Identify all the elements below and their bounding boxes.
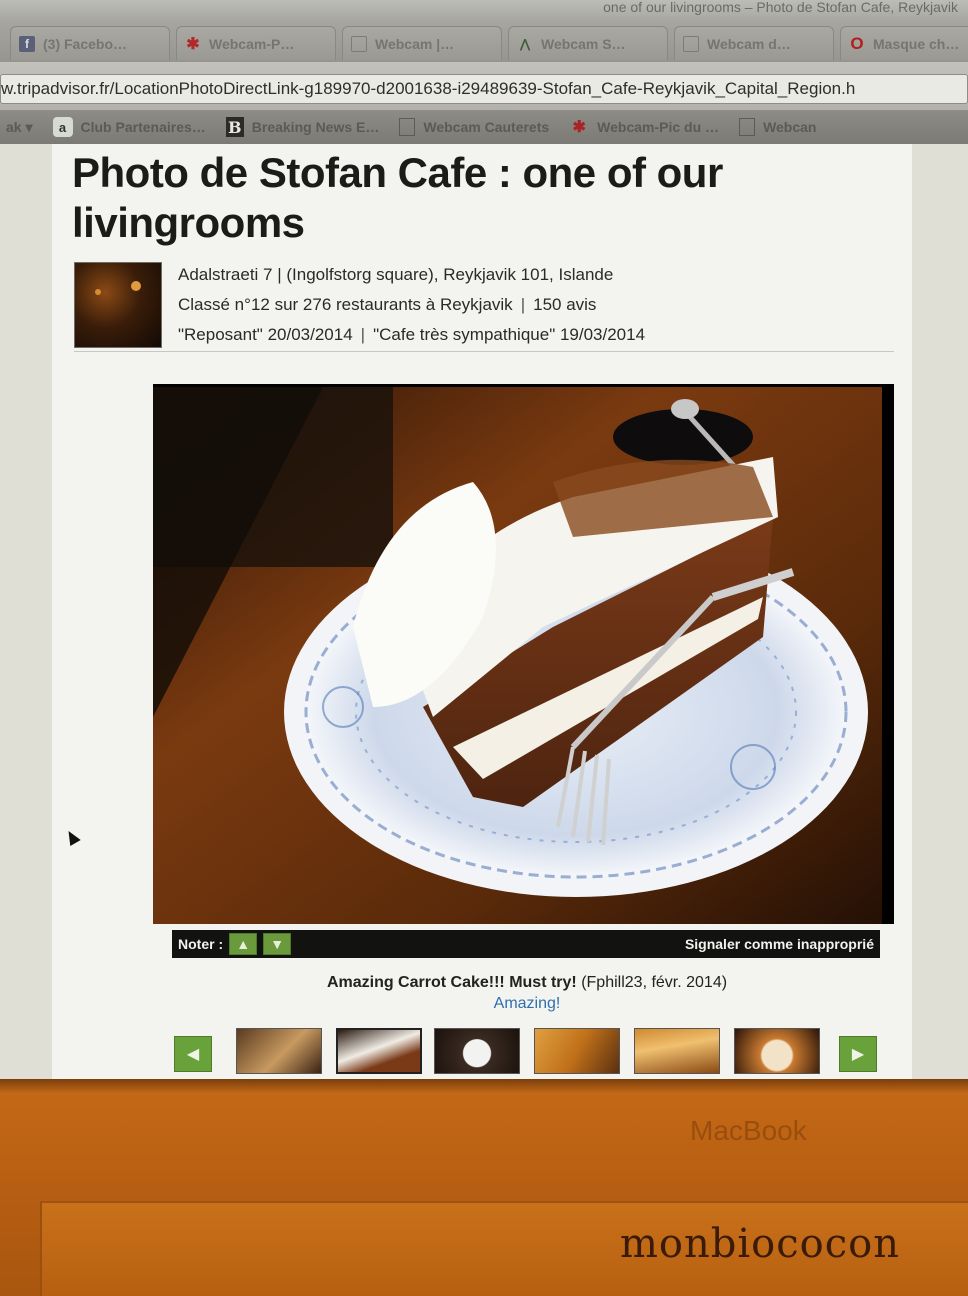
thumbnail-5[interactable] (634, 1028, 720, 1074)
thumbnail-strip: ◀ ▶ (174, 1028, 880, 1074)
laptop-bezel: MacBook monbiococon (0, 1079, 968, 1296)
page-title: Photo de Stofan Cafe : one of our living… (72, 149, 723, 246)
caption-title: Amazing Carrot Cake!!! Must try! (326, 974, 577, 991)
thumbnail-2[interactable] (336, 1028, 422, 1074)
thumbnail-6[interactable] (734, 1028, 820, 1074)
macbook-label: MacBook (690, 1115, 807, 1146)
window-title: one of our livingrooms – Photo de Stofan… (0, 0, 968, 20)
place-rank-row: Classé n°12 sur 276 restaurants à Reykja… (178, 290, 645, 320)
recent-reviews-row: "Reposant" 20/03/2014 | "Cafe très sympath… (178, 320, 645, 350)
amazon-icon: a (52, 117, 73, 137)
thumbs-up-icon[interactable]: ▲ (229, 933, 258, 955)
report-link[interactable]: Signaler comme inapproprié (685, 936, 874, 952)
tab-webcam[interactable]: Webcam |… (342, 26, 502, 60)
screen-edge (0, 1079, 968, 1093)
bookmarks-bar: ak ▾ a Club Partenaires… B Breaking News… (0, 110, 968, 144)
opera-icon: O (850, 33, 864, 53)
vote-label: Noter : (178, 936, 224, 952)
tab-label: Webcam-P… (209, 35, 295, 52)
bookmark-label: Webcam Cauterets (423, 119, 550, 135)
url-field[interactable]: w.tripadvisor.fr/LocationPhotoDirectLink… (0, 74, 968, 104)
page-icon (739, 118, 756, 136)
tab-label: Webcam |… (375, 35, 455, 52)
bookmark-webcan[interactable]: Webcan (739, 118, 817, 136)
photo-action-bar: Noter : ▲ ▼ Signaler comme inapproprié (172, 930, 880, 958)
bookmark-label: Webcan (763, 119, 817, 135)
tab-label: Masque ch… (873, 35, 960, 52)
page-content: Photo de Stofan Cafe : one of our living… (52, 144, 912, 1079)
review-link-1[interactable]: "Reposant" 20/03/2014 (178, 325, 353, 344)
thumbnail-4[interactable] (534, 1028, 620, 1074)
pin-icon: ✱ (186, 35, 200, 53)
thumbnail-1[interactable] (236, 1028, 322, 1074)
bookmark-label: Breaking News E… (251, 119, 380, 135)
caption-meta[interactable]: (Fphill23, févr. 2014) (581, 974, 727, 991)
bookmark-label: Webcam-Pic du … (597, 119, 720, 135)
page-viewport: Photo de Stofan Cafe : one of our living… (0, 144, 968, 1079)
pin-icon: ✱ (572, 119, 586, 136)
separator: | (360, 325, 366, 344)
bookmark-webcam-cauterets[interactable]: Webcam Cauterets (399, 118, 549, 136)
tab-masque[interactable]: O Masque ch… (840, 26, 968, 60)
carrot-cake-photo[interactable] (153, 387, 882, 924)
next-arrow-icon[interactable]: ▶ (839, 1036, 877, 1072)
place-address: Adalstraeti 7 | (Ingolfstorg square), Re… (178, 265, 614, 284)
thumbnail-3[interactable] (434, 1028, 520, 1074)
tab-webcam-p[interactable]: ✱ Webcam-P… (176, 26, 336, 60)
caption-subtitle[interactable]: Amazing! (52, 995, 968, 1013)
place-info: Adalstraeti 7 | (Ingolfstorg square), Re… (178, 260, 645, 350)
tab-webcam-d[interactable]: Webcam d… (674, 26, 834, 60)
facebook-icon: f (19, 35, 35, 52)
page-icon (683, 35, 699, 52)
b-icon: B (225, 117, 244, 137)
page-icon (399, 118, 416, 136)
place-rank[interactable]: Classé n°12 sur 276 restaurants à Reykja… (178, 295, 513, 314)
page-icon (351, 35, 367, 52)
bookmark-label: Club Partenaires… (80, 119, 206, 135)
mountain-icon: ⋀ (520, 36, 530, 51)
photo-caption: Amazing Carrot Cake!!! Must try! (Fphill… (52, 974, 968, 992)
main-photo-frame (153, 384, 894, 924)
tab-bar: f (3) Facebo… ✱ Webcam-P… Webcam |… ⋀ We… (0, 20, 968, 62)
tab-facebook[interactable]: f (3) Facebo… (10, 26, 170, 60)
watermark: monbiococon (620, 1221, 900, 1267)
tab-label: Webcam d… (707, 35, 791, 52)
place-thumbnail[interactable] (74, 262, 162, 348)
tab-label: Webcam S… (541, 35, 626, 52)
thumbs-down-icon[interactable]: ▼ (263, 933, 292, 955)
address-bar: w.tripadvisor.fr/LocationPhotoDirectLink… (0, 62, 968, 110)
bookmark-breaking-news[interactable]: B Breaking News E… (225, 117, 380, 137)
bookmark-club-partenaires[interactable]: a Club Partenaires… (52, 117, 206, 137)
review-link-2[interactable]: "Cafe très sympathique" 19/03/2014 (373, 325, 645, 344)
review-count-link[interactable]: 150 avis (533, 295, 596, 314)
separator: | (520, 295, 526, 314)
chevron-left-icon[interactable]: ak ▾ (6, 119, 33, 136)
bookmark-webcam-pic[interactable]: ✱ Webcam-Pic du … (569, 117, 719, 137)
tab-label: (3) Facebo… (43, 35, 128, 52)
place-card: Adalstraeti 7 | (Ingolfstorg square), Re… (74, 260, 894, 352)
prev-arrow-icon[interactable]: ◀ (174, 1036, 212, 1072)
tab-webcam-s[interactable]: ⋀ Webcam S… (508, 26, 668, 60)
